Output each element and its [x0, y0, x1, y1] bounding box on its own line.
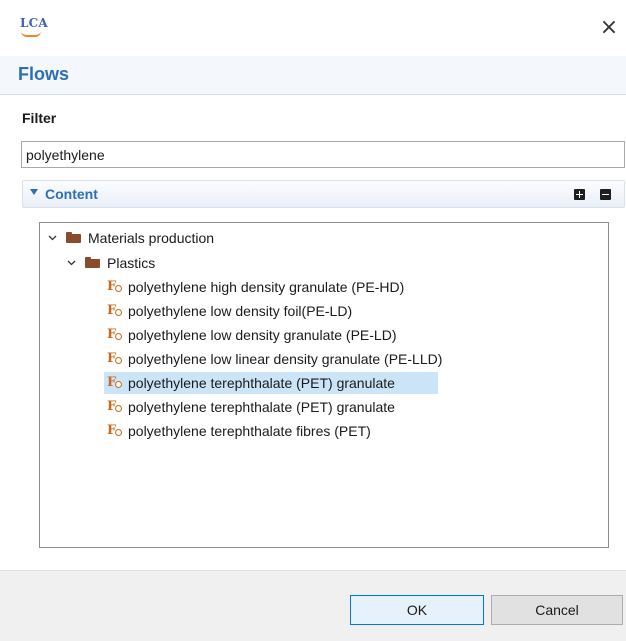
dialog-header: Flows [0, 56, 626, 95]
flow-icon: F [107, 303, 123, 319]
section-title[interactable]: Content [45, 186, 98, 202]
flow-icon: F [107, 351, 123, 367]
flow-item[interactable]: F polyethylene terephthalate fibres (PET… [104, 420, 444, 442]
chevron-down-icon[interactable] [48, 233, 57, 242]
folder-icon [66, 232, 81, 243]
filter-input[interactable] [21, 141, 625, 168]
ok-button[interactable]: OK [350, 595, 484, 625]
flow-item[interactable]: F polyethylene low density foil(PE-LD) [104, 300, 444, 322]
flow-label: polyethylene low density foil(PE-LD) [128, 303, 353, 319]
tree-node-label: Materials production [88, 230, 215, 246]
flow-item[interactable]: F polyethylene low linear density granul… [104, 348, 504, 370]
flow-icon: F [107, 279, 123, 295]
flow-label: polyethylene terephthalate (PET) granula… [128, 375, 395, 391]
flow-label: polyethylene low density granulate (PE-L… [128, 327, 397, 343]
chevron-down-icon[interactable] [67, 258, 76, 267]
flow-item[interactable]: F polyethylene high density granulate (P… [104, 276, 444, 298]
flow-label: polyethylene terephthalate (PET) granula… [128, 399, 395, 415]
dialog-title: Flows [18, 64, 70, 84]
expand-all-icon[interactable] [574, 189, 585, 200]
flow-label: polyethylene terephthalate fibres (PET) [128, 423, 371, 439]
tree-node-label: Plastics [107, 255, 156, 271]
title-bar: LCA × [0, 0, 626, 56]
flow-item[interactable]: F polyethylene terephthalate (PET) granu… [104, 396, 444, 418]
collapse-all-icon[interactable] [600, 189, 611, 200]
flow-item[interactable]: F polyethylene low density granulate (PE… [104, 324, 444, 346]
flow-icon: F [107, 327, 123, 343]
section-collapse-chevron-icon[interactable] [30, 189, 38, 195]
logo-text: LCA [20, 16, 48, 30]
logo-arc [21, 31, 41, 37]
folder-icon [85, 257, 100, 268]
flow-label: polyethylene low linear density granulat… [128, 351, 443, 367]
flow-label: polyethylene high density granulate (PE-… [128, 279, 405, 295]
tree-node-materials-production[interactable]: Materials production [40, 227, 608, 249]
flow-icon: F [107, 399, 123, 415]
flow-icon: F [107, 375, 123, 391]
filter-label: Filter [22, 110, 57, 126]
flow-tree[interactable]: Materials production Plastics F polyethy… [39, 222, 609, 548]
dialog-button-bar: OK Cancel [0, 570, 626, 641]
flow-item-selected[interactable]: F polyethylene terephthalate (PET) granu… [104, 372, 438, 394]
flow-icon: F [107, 423, 123, 439]
close-button[interactable]: × [596, 14, 622, 42]
content-section-header: Content [22, 180, 625, 208]
tree-node-plastics[interactable]: Plastics [40, 252, 608, 274]
cancel-button[interactable]: Cancel [491, 595, 623, 625]
lca-logo-icon: LCA [18, 14, 48, 38]
